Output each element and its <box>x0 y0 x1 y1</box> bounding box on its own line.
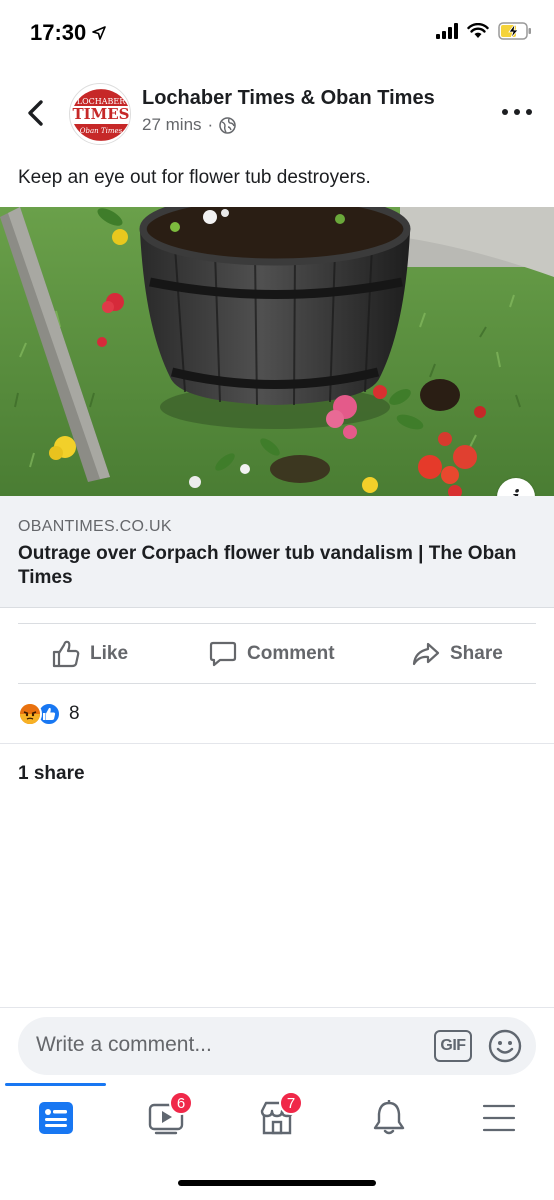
status-time-group: 17:30 <box>30 20 107 46</box>
globe-icon <box>219 116 236 134</box>
more-dot-icon <box>502 109 508 115</box>
back-button[interactable] <box>20 96 50 130</box>
action-bar: Like Comment Share <box>0 624 554 684</box>
status-bar: 17:30 <box>0 0 554 66</box>
cellular-signal-icon <box>436 23 458 39</box>
logo-line3: Oban Times <box>80 127 123 135</box>
home-indicator <box>178 1180 376 1186</box>
location-arrow-icon <box>92 26 107 40</box>
status-indicators <box>436 22 532 40</box>
share-label: Share <box>450 643 503 664</box>
post-header: LOCHABER TIMES Oban Times Lochaber Times… <box>0 78 554 148</box>
tab-marketplace[interactable]: 7 <box>247 1091 307 1139</box>
logo-line2: TIMES <box>72 105 129 123</box>
meta-separator: · <box>207 115 214 134</box>
divider <box>0 1007 554 1008</box>
comment-bubble-icon <box>209 641 237 667</box>
post-time[interactable]: 27 mins <box>142 115 202 135</box>
more-options-button[interactable] <box>502 100 532 124</box>
link-preview-box[interactable]: OBANTIMES.CO.UK Outrage over Corpach flo… <box>0 496 554 608</box>
share-arrow-icon <box>412 642 440 666</box>
gif-button[interactable]: GIF <box>434 1030 472 1062</box>
link-domain: OBANTIMES.CO.UK <box>18 518 172 535</box>
link-preview-image[interactable] <box>0 207 554 496</box>
hamburger-menu-icon <box>482 1104 516 1132</box>
angry-reaction-icon <box>18 702 42 726</box>
comment-label: Comment <box>247 643 335 664</box>
post-meta: 27 mins · <box>142 115 236 135</box>
link-title: Outrage over Corpach flower tub vandalis… <box>18 543 517 588</box>
divider <box>0 743 554 744</box>
status-time: 17:30 <box>30 20 87 45</box>
bell-icon <box>373 1100 405 1135</box>
post-text: Keep an eye out for flower tub destroyer… <box>18 167 371 188</box>
reaction-count: 8 <box>69 703 80 724</box>
emoji-icon[interactable] <box>488 1029 522 1063</box>
like-button[interactable]: Like <box>52 624 128 684</box>
marketplace-badge: 7 <box>279 1091 303 1115</box>
thumbs-up-icon <box>52 640 80 668</box>
page-name[interactable]: Lochaber Times & Oban Times <box>142 87 435 110</box>
share-count[interactable]: 1 share <box>18 763 85 785</box>
wifi-icon <box>467 23 489 38</box>
tab-news-feed[interactable] <box>26 1097 86 1139</box>
comment-button[interactable]: Comment <box>209 624 335 684</box>
watch-badge: 6 <box>169 1091 193 1115</box>
tab-watch[interactable]: 6 <box>137 1091 197 1139</box>
flower-tub-photo <box>0 207 554 496</box>
divider <box>18 683 536 684</box>
more-dot-icon <box>526 109 532 115</box>
comment-input[interactable] <box>36 1033 416 1057</box>
chevron-left-icon <box>28 100 43 126</box>
tab-menu[interactable] <box>469 1097 529 1139</box>
lochaber-times-logo: LOCHABER TIMES Oban Times <box>71 85 130 144</box>
news-feed-icon <box>39 1102 73 1134</box>
more-dot-icon <box>514 109 520 115</box>
share-button[interactable]: Share <box>412 624 503 684</box>
active-tab-indicator <box>5 1083 106 1086</box>
tab-notifications[interactable] <box>359 1097 419 1139</box>
reactions-summary[interactable]: 8 <box>18 702 80 726</box>
battery-charging-icon <box>498 22 531 40</box>
comment-composer: GIF <box>18 1017 536 1075</box>
like-label: Like <box>90 643 129 664</box>
page-avatar[interactable]: LOCHABER TIMES Oban Times <box>69 83 131 145</box>
